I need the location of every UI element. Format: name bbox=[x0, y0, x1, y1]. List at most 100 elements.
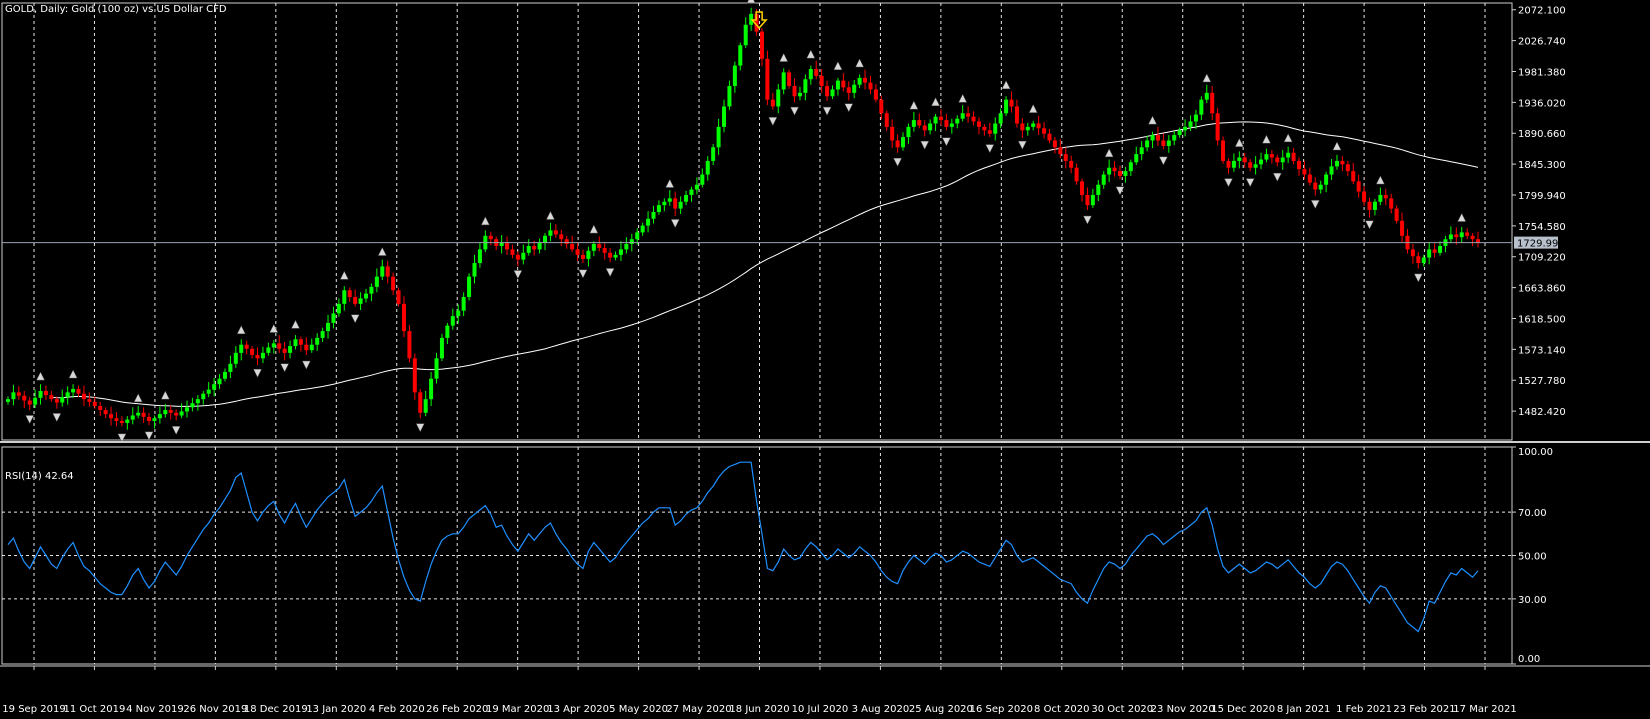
candle bbox=[532, 246, 537, 250]
fractal-up-arrow bbox=[958, 93, 968, 103]
candle bbox=[43, 390, 48, 396]
candle bbox=[282, 348, 287, 353]
fractal-down-arrow bbox=[670, 219, 680, 229]
candle bbox=[228, 363, 233, 372]
fractal-up-arrow bbox=[68, 369, 78, 379]
fractal-up-arrow bbox=[1001, 80, 1011, 90]
candle bbox=[1199, 99, 1204, 115]
fractal-up-arrow bbox=[1148, 115, 1157, 125]
candle bbox=[1432, 249, 1437, 253]
candle bbox=[738, 45, 743, 66]
fractal-up-arrow bbox=[1283, 133, 1293, 143]
date-tick-label: 16 Sep 2020 bbox=[970, 704, 1033, 715]
candle bbox=[564, 239, 569, 244]
candle bbox=[993, 123, 998, 134]
price-panel[interactable]: 2072.100 2026.740 1981.380 1936.020 1890.660… bbox=[1, 0, 1566, 443]
candle bbox=[608, 252, 613, 258]
candle bbox=[1351, 171, 1356, 182]
candle bbox=[1410, 249, 1415, 257]
candle bbox=[1383, 194, 1388, 199]
trading-chart[interactable]: 2072.100 2026.740 1981.380 1936.020 1890.660… bbox=[0, 0, 1650, 719]
candle bbox=[1063, 154, 1068, 161]
candle bbox=[1188, 121, 1193, 127]
candle bbox=[808, 69, 813, 80]
fractal-down-arrow bbox=[415, 423, 425, 433]
candle bbox=[434, 358, 439, 379]
candle bbox=[597, 243, 602, 249]
candle bbox=[1454, 234, 1459, 238]
candle bbox=[60, 397, 65, 403]
fractal-up-arrow bbox=[269, 323, 279, 333]
fractal-up-arrow bbox=[779, 52, 789, 62]
candle bbox=[1367, 201, 1372, 210]
candle bbox=[71, 388, 76, 393]
candle bbox=[1014, 106, 1019, 124]
price-tick-label: 2026.740 bbox=[1518, 37, 1566, 48]
candle bbox=[559, 234, 564, 240]
candle bbox=[678, 201, 683, 209]
candle bbox=[662, 201, 667, 206]
fractal-down-arrow bbox=[117, 433, 127, 443]
candle bbox=[217, 378, 222, 385]
candle bbox=[11, 392, 16, 400]
fractal-up-arrow bbox=[236, 325, 246, 335]
date-tick-label: 1 Feb 2021 bbox=[1336, 704, 1392, 715]
price-tick-label: 1663.860 bbox=[1518, 284, 1566, 295]
candle bbox=[27, 400, 32, 405]
candle bbox=[33, 397, 38, 405]
candle bbox=[570, 243, 575, 250]
fractal-down-arrow bbox=[1310, 200, 1320, 209]
fractal-down-arrow bbox=[893, 157, 902, 167]
candle bbox=[331, 313, 336, 323]
candle bbox=[938, 116, 943, 121]
rsi-tick-label: 0.00 bbox=[1518, 654, 1540, 665]
candle bbox=[125, 419, 130, 423]
candle bbox=[1427, 249, 1432, 258]
fractal-up-arrow bbox=[1028, 104, 1038, 113]
candle bbox=[667, 198, 672, 202]
date-tick-label: 10 Jul 2020 bbox=[792, 704, 849, 715]
fractal-down-arrow bbox=[1224, 178, 1233, 188]
price-tick-label: 1936.020 bbox=[1518, 98, 1566, 109]
candle bbox=[787, 72, 792, 87]
date-tick-label: 19 Mar 2020 bbox=[486, 704, 549, 715]
candle bbox=[195, 399, 200, 404]
rsi-panel[interactable]: 100.00 70.00 50.00 30.00 0.00 bbox=[1, 446, 1553, 665]
candle bbox=[49, 395, 54, 400]
candle bbox=[119, 420, 124, 423]
candle bbox=[1215, 113, 1220, 141]
candle bbox=[1400, 220, 1405, 236]
candle bbox=[1264, 154, 1269, 160]
candle bbox=[76, 388, 81, 394]
candle bbox=[1101, 174, 1106, 185]
candle bbox=[792, 86, 797, 97]
candle bbox=[233, 352, 238, 364]
date-tick-label: 19 Sep 2019 bbox=[2, 704, 65, 715]
candle bbox=[98, 405, 103, 411]
candle bbox=[521, 252, 526, 260]
price-tick-label: 1754.580 bbox=[1518, 222, 1566, 233]
candle bbox=[640, 225, 645, 233]
candle bbox=[1074, 167, 1079, 182]
candle bbox=[445, 325, 450, 338]
fractal-down-arrow bbox=[942, 137, 951, 147]
fractal-up-arrow bbox=[855, 58, 865, 68]
candle bbox=[1112, 167, 1117, 172]
fractal-up-arrow bbox=[1332, 141, 1342, 151]
candle bbox=[1047, 133, 1052, 141]
candle bbox=[1394, 208, 1399, 221]
candle bbox=[711, 147, 716, 161]
candle bbox=[364, 293, 369, 299]
candle bbox=[591, 243, 596, 251]
fractal-down-arrow bbox=[605, 268, 615, 278]
candle bbox=[1459, 232, 1464, 238]
candle bbox=[157, 414, 162, 419]
candle bbox=[1031, 123, 1036, 127]
candle bbox=[743, 24, 748, 46]
candle bbox=[553, 230, 558, 235]
current-price-label: 1729.990 bbox=[1517, 239, 1565, 250]
candle bbox=[429, 378, 434, 400]
candle bbox=[1334, 160, 1339, 167]
candle bbox=[1123, 171, 1128, 176]
fractal-down-arrow bbox=[844, 103, 854, 113]
